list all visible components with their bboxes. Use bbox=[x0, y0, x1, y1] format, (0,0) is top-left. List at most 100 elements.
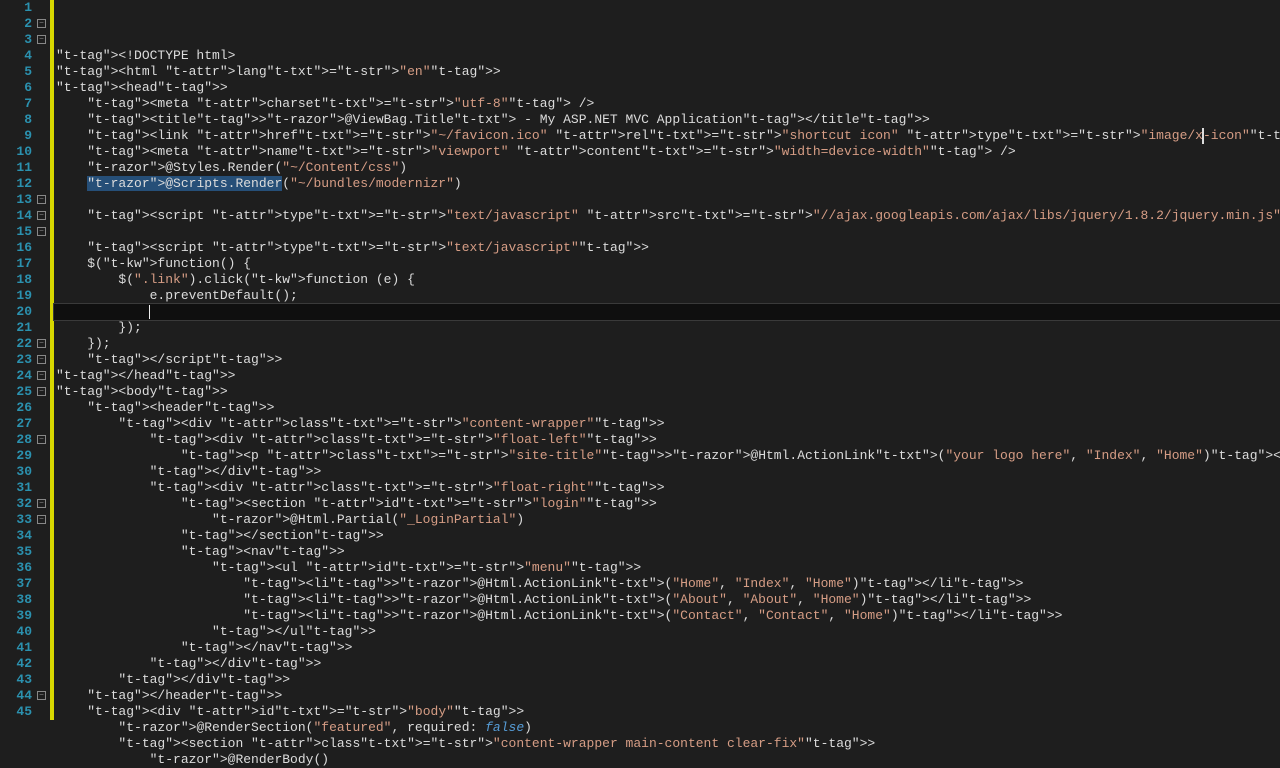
line-number: 20 bbox=[0, 304, 32, 320]
code-line[interactable]: "t-tag"><div "t-attr">class"t-txt">="t-s… bbox=[54, 432, 1280, 448]
code-line[interactable]: $("t-kw">function() { bbox=[54, 256, 1280, 272]
code-line[interactable]: "t-tag"></div"t-tag">> bbox=[54, 656, 1280, 672]
code-line[interactable]: "t-tag"><section "t-attr">class"t-txt">=… bbox=[54, 736, 1280, 752]
line-number: 37 bbox=[0, 576, 32, 592]
code-line[interactable]: "t-tag"><header"t-tag">> bbox=[54, 400, 1280, 416]
fold-toggle-icon[interactable]: − bbox=[37, 227, 46, 236]
code-line[interactable]: $(".link").click("t-kw">function (e) { bbox=[54, 272, 1280, 288]
code-line[interactable]: "t-tag"><script "t-attr">type"t-txt">="t… bbox=[54, 208, 1280, 224]
line-number: 17 bbox=[0, 256, 32, 272]
code-line[interactable]: "t-razor">@Styles.Render("~/Content/css"… bbox=[54, 160, 1280, 176]
code-line[interactable]: "t-razor">@Scripts.Render("~/bundles/mod… bbox=[54, 176, 1280, 192]
line-number: 24 bbox=[0, 368, 32, 384]
line-number: 45 bbox=[0, 704, 32, 720]
code-line[interactable]: "t-tag"><body"t-tag">> bbox=[54, 384, 1280, 400]
line-number: 14 bbox=[0, 208, 32, 224]
code-line[interactable] bbox=[54, 304, 1280, 320]
code-line[interactable]: "t-razor">@RenderSection("featured", req… bbox=[54, 720, 1280, 736]
line-number: 39 bbox=[0, 608, 32, 624]
code-line[interactable]: "t-tag"></div"t-tag">> bbox=[54, 672, 1280, 688]
code-line[interactable]: "t-tag"></div"t-tag">> bbox=[54, 464, 1280, 480]
line-number: 19 bbox=[0, 288, 32, 304]
line-number: 43 bbox=[0, 672, 32, 688]
line-number: 10 bbox=[0, 144, 32, 160]
fold-toggle-icon[interactable]: − bbox=[37, 19, 46, 28]
fold-toggle-icon[interactable]: − bbox=[37, 435, 46, 444]
code-line[interactable]: "t-razor">@RenderBody() bbox=[54, 752, 1280, 768]
line-number-gutter: 1234567891011121314151617181920212223242… bbox=[0, 0, 36, 720]
code-line[interactable] bbox=[54, 192, 1280, 208]
code-line[interactable]: "t-tag"><ul "t-attr">id"t-txt">="t-str">… bbox=[54, 560, 1280, 576]
line-number: 35 bbox=[0, 544, 32, 560]
code-line[interactable] bbox=[54, 224, 1280, 240]
fold-column[interactable]: − − − − − − − − − − − − − bbox=[36, 0, 50, 720]
fold-toggle-icon[interactable]: − bbox=[37, 211, 46, 220]
fold-toggle-icon[interactable]: − bbox=[37, 371, 46, 380]
code-line[interactable]: "t-tag"></head"t-tag">> bbox=[54, 368, 1280, 384]
code-line[interactable]: "t-tag"><!DOCTYPE html> bbox=[54, 48, 1280, 64]
code-line[interactable]: "t-tag"><div "t-attr">class"t-txt">="t-s… bbox=[54, 416, 1280, 432]
line-number: 3 bbox=[0, 32, 32, 48]
fold-toggle-icon[interactable]: − bbox=[37, 355, 46, 364]
line-number: 27 bbox=[0, 416, 32, 432]
line-number: 33 bbox=[0, 512, 32, 528]
code-line[interactable]: "t-tag"><link "t-attr">href"t-txt">="t-s… bbox=[54, 128, 1280, 144]
code-line[interactable]: "t-tag"><li"t-tag">>"t-razor">@Html.Acti… bbox=[54, 576, 1280, 592]
line-number: 23 bbox=[0, 352, 32, 368]
fold-toggle-icon[interactable]: − bbox=[37, 339, 46, 348]
line-number: 22 bbox=[0, 336, 32, 352]
fold-toggle-icon[interactable]: − bbox=[37, 195, 46, 204]
code-line[interactable]: "t-tag"><title"t-tag">>"t-razor">@ViewBa… bbox=[54, 112, 1280, 128]
code-line[interactable]: e.preventDefault(); bbox=[54, 288, 1280, 304]
fold-toggle-icon[interactable]: − bbox=[37, 387, 46, 396]
line-number: 40 bbox=[0, 624, 32, 640]
code-line[interactable]: "t-tag"><li"t-tag">>"t-razor">@Html.Acti… bbox=[54, 592, 1280, 608]
code-line[interactable]: "t-tag"><script "t-attr">type"t-txt">="t… bbox=[54, 240, 1280, 256]
code-line[interactable]: "t-tag"></nav"t-tag">> bbox=[54, 640, 1280, 656]
line-number: 29 bbox=[0, 448, 32, 464]
line-number: 36 bbox=[0, 560, 32, 576]
line-number: 38 bbox=[0, 592, 32, 608]
line-number: 4 bbox=[0, 48, 32, 64]
line-number: 7 bbox=[0, 96, 32, 112]
line-number: 25 bbox=[0, 384, 32, 400]
line-number: 30 bbox=[0, 464, 32, 480]
line-number: 8 bbox=[0, 112, 32, 128]
line-number: 31 bbox=[0, 480, 32, 496]
code-line[interactable]: "t-tag"><meta "t-attr">name"t-txt">="t-s… bbox=[54, 144, 1280, 160]
fold-toggle-icon[interactable]: − bbox=[37, 691, 46, 700]
code-line[interactable]: "t-tag"><meta "t-attr">charset"t-txt">="… bbox=[54, 96, 1280, 112]
code-line[interactable]: "t-tag"><li"t-tag">>"t-razor">@Html.Acti… bbox=[54, 608, 1280, 624]
code-line[interactable]: }); bbox=[54, 336, 1280, 352]
code-line[interactable]: "t-tag"><div "t-attr">class"t-txt">="t-s… bbox=[54, 480, 1280, 496]
line-number: 6 bbox=[0, 80, 32, 96]
line-number: 41 bbox=[0, 640, 32, 656]
code-line[interactable]: "t-tag"></header"t-tag">> bbox=[54, 688, 1280, 704]
line-number: 1 bbox=[0, 0, 32, 16]
line-number: 26 bbox=[0, 400, 32, 416]
code-line[interactable]: "t-tag"></ul"t-tag">> bbox=[54, 624, 1280, 640]
code-line[interactable]: }); bbox=[54, 320, 1280, 336]
code-line[interactable]: "t-tag"><head"t-tag">> bbox=[54, 80, 1280, 96]
code-line[interactable]: "t-tag"><nav"t-tag">> bbox=[54, 544, 1280, 560]
line-number: 9 bbox=[0, 128, 32, 144]
code-editor[interactable]: 1234567891011121314151617181920212223242… bbox=[0, 0, 1280, 720]
fold-toggle-icon[interactable]: − bbox=[37, 35, 46, 44]
line-number: 16 bbox=[0, 240, 32, 256]
line-number: 5 bbox=[0, 64, 32, 80]
caret-icon bbox=[149, 305, 150, 319]
code-line[interactable]: "t-tag"><html "t-attr">lang"t-txt">="t-s… bbox=[54, 64, 1280, 80]
code-area[interactable]: "t-tag"><!DOCTYPE html>"t-tag"><html "t-… bbox=[54, 0, 1280, 720]
line-number: 15 bbox=[0, 224, 32, 240]
fold-toggle-icon[interactable]: − bbox=[37, 499, 46, 508]
line-number: 42 bbox=[0, 656, 32, 672]
code-line[interactable]: "t-tag"></script"t-tag">> bbox=[54, 352, 1280, 368]
line-number: 12 bbox=[0, 176, 32, 192]
code-line[interactable]: "t-tag"><section "t-attr">id"t-txt">="t-… bbox=[54, 496, 1280, 512]
code-line[interactable]: "t-razor">@Html.Partial("_LoginPartial") bbox=[54, 512, 1280, 528]
line-number: 11 bbox=[0, 160, 32, 176]
fold-toggle-icon[interactable]: − bbox=[37, 515, 46, 524]
code-line[interactable]: "t-tag"></section"t-tag">> bbox=[54, 528, 1280, 544]
code-line[interactable]: "t-tag"><div "t-attr">id"t-txt">="t-str"… bbox=[54, 704, 1280, 720]
code-line[interactable]: "t-tag"><p "t-attr">class"t-txt">="t-str… bbox=[54, 448, 1280, 464]
